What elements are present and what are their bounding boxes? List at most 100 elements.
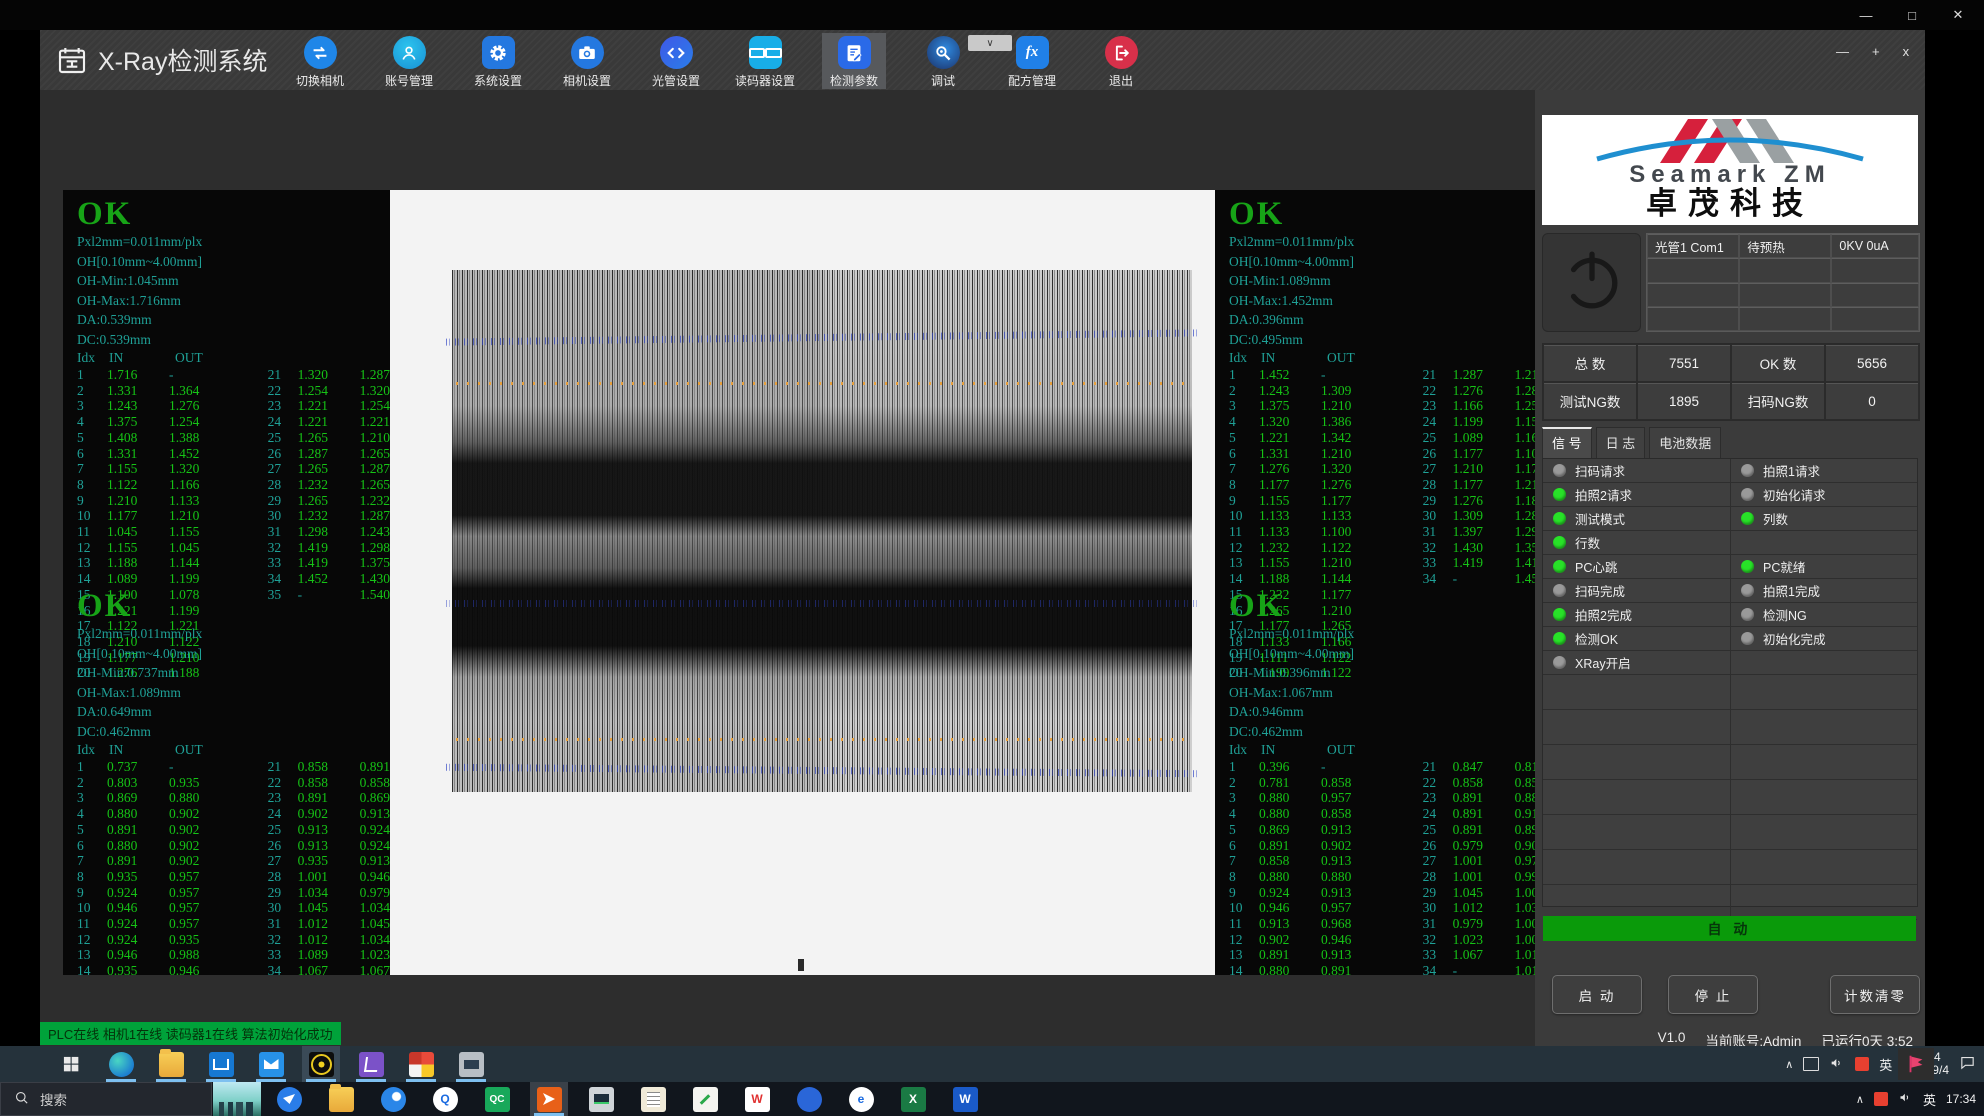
measure-row: 331.4191.419	[1423, 555, 1545, 571]
speaker-icon[interactable]	[1898, 1090, 1913, 1108]
tube-status-cell	[1739, 258, 1831, 282]
taskbar-item-notepad[interactable]	[634, 1082, 672, 1116]
taskbar-item-mail[interactable]	[252, 1046, 290, 1082]
tray-expand-icon[interactable]: ∧	[1785, 1058, 1793, 1071]
ime-language[interactable]: 英	[1879, 1055, 1892, 1074]
measure-row: 301.0451.034	[268, 900, 390, 916]
windows-start-icon	[61, 1054, 81, 1074]
mail-icon	[259, 1052, 284, 1077]
tab-信号[interactable]: 信 号	[1542, 427, 1592, 458]
measure-row: 230.8910.869	[268, 790, 390, 806]
signal-empty-cell	[1730, 885, 1917, 919]
taskbar-item-excel[interactable]: X	[894, 1082, 932, 1116]
close-button[interactable]: ✕	[1950, 7, 1966, 23]
taskbar-item-file-explorer[interactable]	[152, 1046, 190, 1082]
signal-label: 列数	[1763, 509, 1788, 528]
measure-row: 331.0671.012	[1423, 947, 1545, 963]
toolbar-item-account[interactable]: 账号管理	[377, 33, 441, 89]
measure-row: 40.8800.902	[77, 806, 268, 822]
stop-button[interactable]: 停 止	[1668, 975, 1758, 1014]
remote-taskbar: ∧ 英 17:34 2023/9/4	[0, 1046, 1984, 1082]
taskbar-item-circle-app[interactable]	[790, 1082, 828, 1116]
minimize-button[interactable]: —	[1836, 44, 1849, 59]
toolbar-item-camera-settings[interactable]: 相机设置	[555, 33, 619, 89]
signal-row: 测试模式列数	[1543, 507, 1917, 531]
tab-日志[interactable]: 日 志	[1596, 427, 1646, 458]
tab-电池数据[interactable]: 电池数据	[1649, 427, 1721, 458]
measure-row: 31.3751.210	[1229, 398, 1423, 414]
toolbar-expand-button[interactable]: ∨	[968, 35, 1012, 51]
tube-status-cell	[1739, 283, 1831, 307]
taskbar-item-q-app[interactable]: Q	[426, 1082, 464, 1116]
close-button[interactable]: x	[1903, 44, 1910, 59]
speaker-icon[interactable]	[1829, 1055, 1845, 1074]
display-tray-icon[interactable]	[1803, 1057, 1819, 1071]
taskbar-item-start[interactable]	[52, 1046, 90, 1082]
taskbar-item-file-explorer-2[interactable]	[322, 1082, 360, 1116]
app-title-text: X-Ray检测系统	[98, 42, 267, 78]
taskbar-item-e-browser[interactable]: e	[842, 1082, 880, 1116]
action-center-icon[interactable]	[1959, 1054, 1976, 1074]
toolbar-item-debug[interactable]: 调试	[911, 33, 975, 89]
measure-row: 20.8030.935	[77, 775, 268, 791]
toolbar-item-exit[interactable]: 退出	[1089, 33, 1153, 89]
toolbar-item-switch-camera[interactable]: 切换相机	[288, 33, 352, 89]
measure-row: 61.3311.210	[1229, 446, 1423, 462]
toolbar-item-label: 调试	[931, 72, 955, 89]
taskbar-item-word[interactable]: W	[946, 1082, 984, 1116]
minimize-button[interactable]: —	[1858, 8, 1874, 23]
taskbar-item-monitor-app[interactable]	[452, 1046, 490, 1082]
stat-label: OK 数	[1731, 344, 1825, 382]
measure-row: 291.0451.001	[1423, 885, 1545, 901]
clear-count-button[interactable]: 计数清零	[1830, 975, 1920, 1014]
xray-power-button[interactable]	[1542, 233, 1641, 332]
measure-row: 281.1771.210	[1423, 477, 1545, 493]
signal-row: PC心跳PC就绪	[1543, 555, 1917, 579]
taskbar-item-messenger-bird[interactable]	[270, 1082, 308, 1116]
file-explorer-2-icon	[329, 1087, 354, 1112]
taskbar-item-xray-viewer[interactable]	[530, 1082, 568, 1116]
taskbar-item-tiles-app[interactable]	[402, 1046, 440, 1082]
statistics-table: 总 数7551OK 数5656测试NG数1895扫码NG数0	[1542, 343, 1920, 421]
taskbar-item-ms-store[interactable]	[202, 1046, 240, 1082]
taskbar-item-xray-app[interactable]	[302, 1046, 340, 1082]
taskbar-item-note-pencil[interactable]	[686, 1082, 724, 1116]
maximize-button[interactable]: +	[1872, 44, 1880, 59]
ime-tray-icon[interactable]	[1855, 1057, 1869, 1071]
taskbar-item-kingsoft-app[interactable]	[352, 1046, 390, 1082]
signal-label: XRay开启	[1575, 653, 1631, 672]
measure-row: 81.1771.276	[1229, 477, 1423, 493]
signal-PC心跳: PC心跳	[1543, 555, 1730, 578]
taskbar-search[interactable]: 搜索	[0, 1082, 212, 1116]
taskbar-item-qc-app[interactable]: QC	[478, 1082, 516, 1116]
taskbar-item-monitor-chart[interactable]	[582, 1082, 620, 1116]
taskbar-item-wps-office[interactable]: W	[738, 1082, 776, 1116]
ime-tray-icon[interactable]	[1874, 1092, 1888, 1106]
messenger-bird-icon	[277, 1087, 302, 1112]
flag-notification-icon[interactable]	[1898, 1048, 1934, 1080]
toolbar-item-reader-settings[interactable]: 读码器设置	[733, 33, 797, 89]
tray-expand-icon[interactable]: ∧	[1856, 1093, 1864, 1106]
local-clock[interactable]: 17:34	[1946, 1092, 1976, 1106]
measure-row: 60.8910.902	[1229, 838, 1423, 854]
maximize-button[interactable]: □	[1904, 8, 1920, 23]
measure-row: 291.0340.979	[268, 885, 390, 901]
measure-row: 331.0891.023	[268, 947, 390, 963]
measure-row: 231.1661.254	[1423, 398, 1545, 414]
device-status-bar: PLC在线 相机1在线 读码器1在线 算法初始化成功	[40, 1022, 341, 1045]
measure-row: 130.9460.988	[77, 947, 268, 963]
measure-row: 100.9460.957	[1229, 900, 1423, 916]
system-settings-icon	[482, 36, 515, 69]
start-button[interactable]: 启 动	[1552, 975, 1642, 1014]
toolbar-item-inspect-params[interactable]: 检测参数	[822, 33, 886, 89]
toolbar-item-system-settings[interactable]: 系统设置	[466, 33, 530, 89]
taskbar-item-comet-browser[interactable]	[374, 1082, 412, 1116]
auto-mode-bar[interactable]: 自 动	[1543, 916, 1916, 941]
ime-language[interactable]: 英	[1923, 1090, 1936, 1109]
measure-row: 281.2321.265	[268, 477, 390, 493]
measure-row: 301.2321.287	[268, 508, 390, 524]
taskbar-item-edge-browser[interactable]	[102, 1046, 140, 1082]
toolbar-item-tube-settings[interactable]: 光管设置	[644, 33, 708, 89]
measure-row: 291.2761.188	[1423, 493, 1545, 509]
news-widget-thumbnail[interactable]	[213, 1082, 261, 1116]
